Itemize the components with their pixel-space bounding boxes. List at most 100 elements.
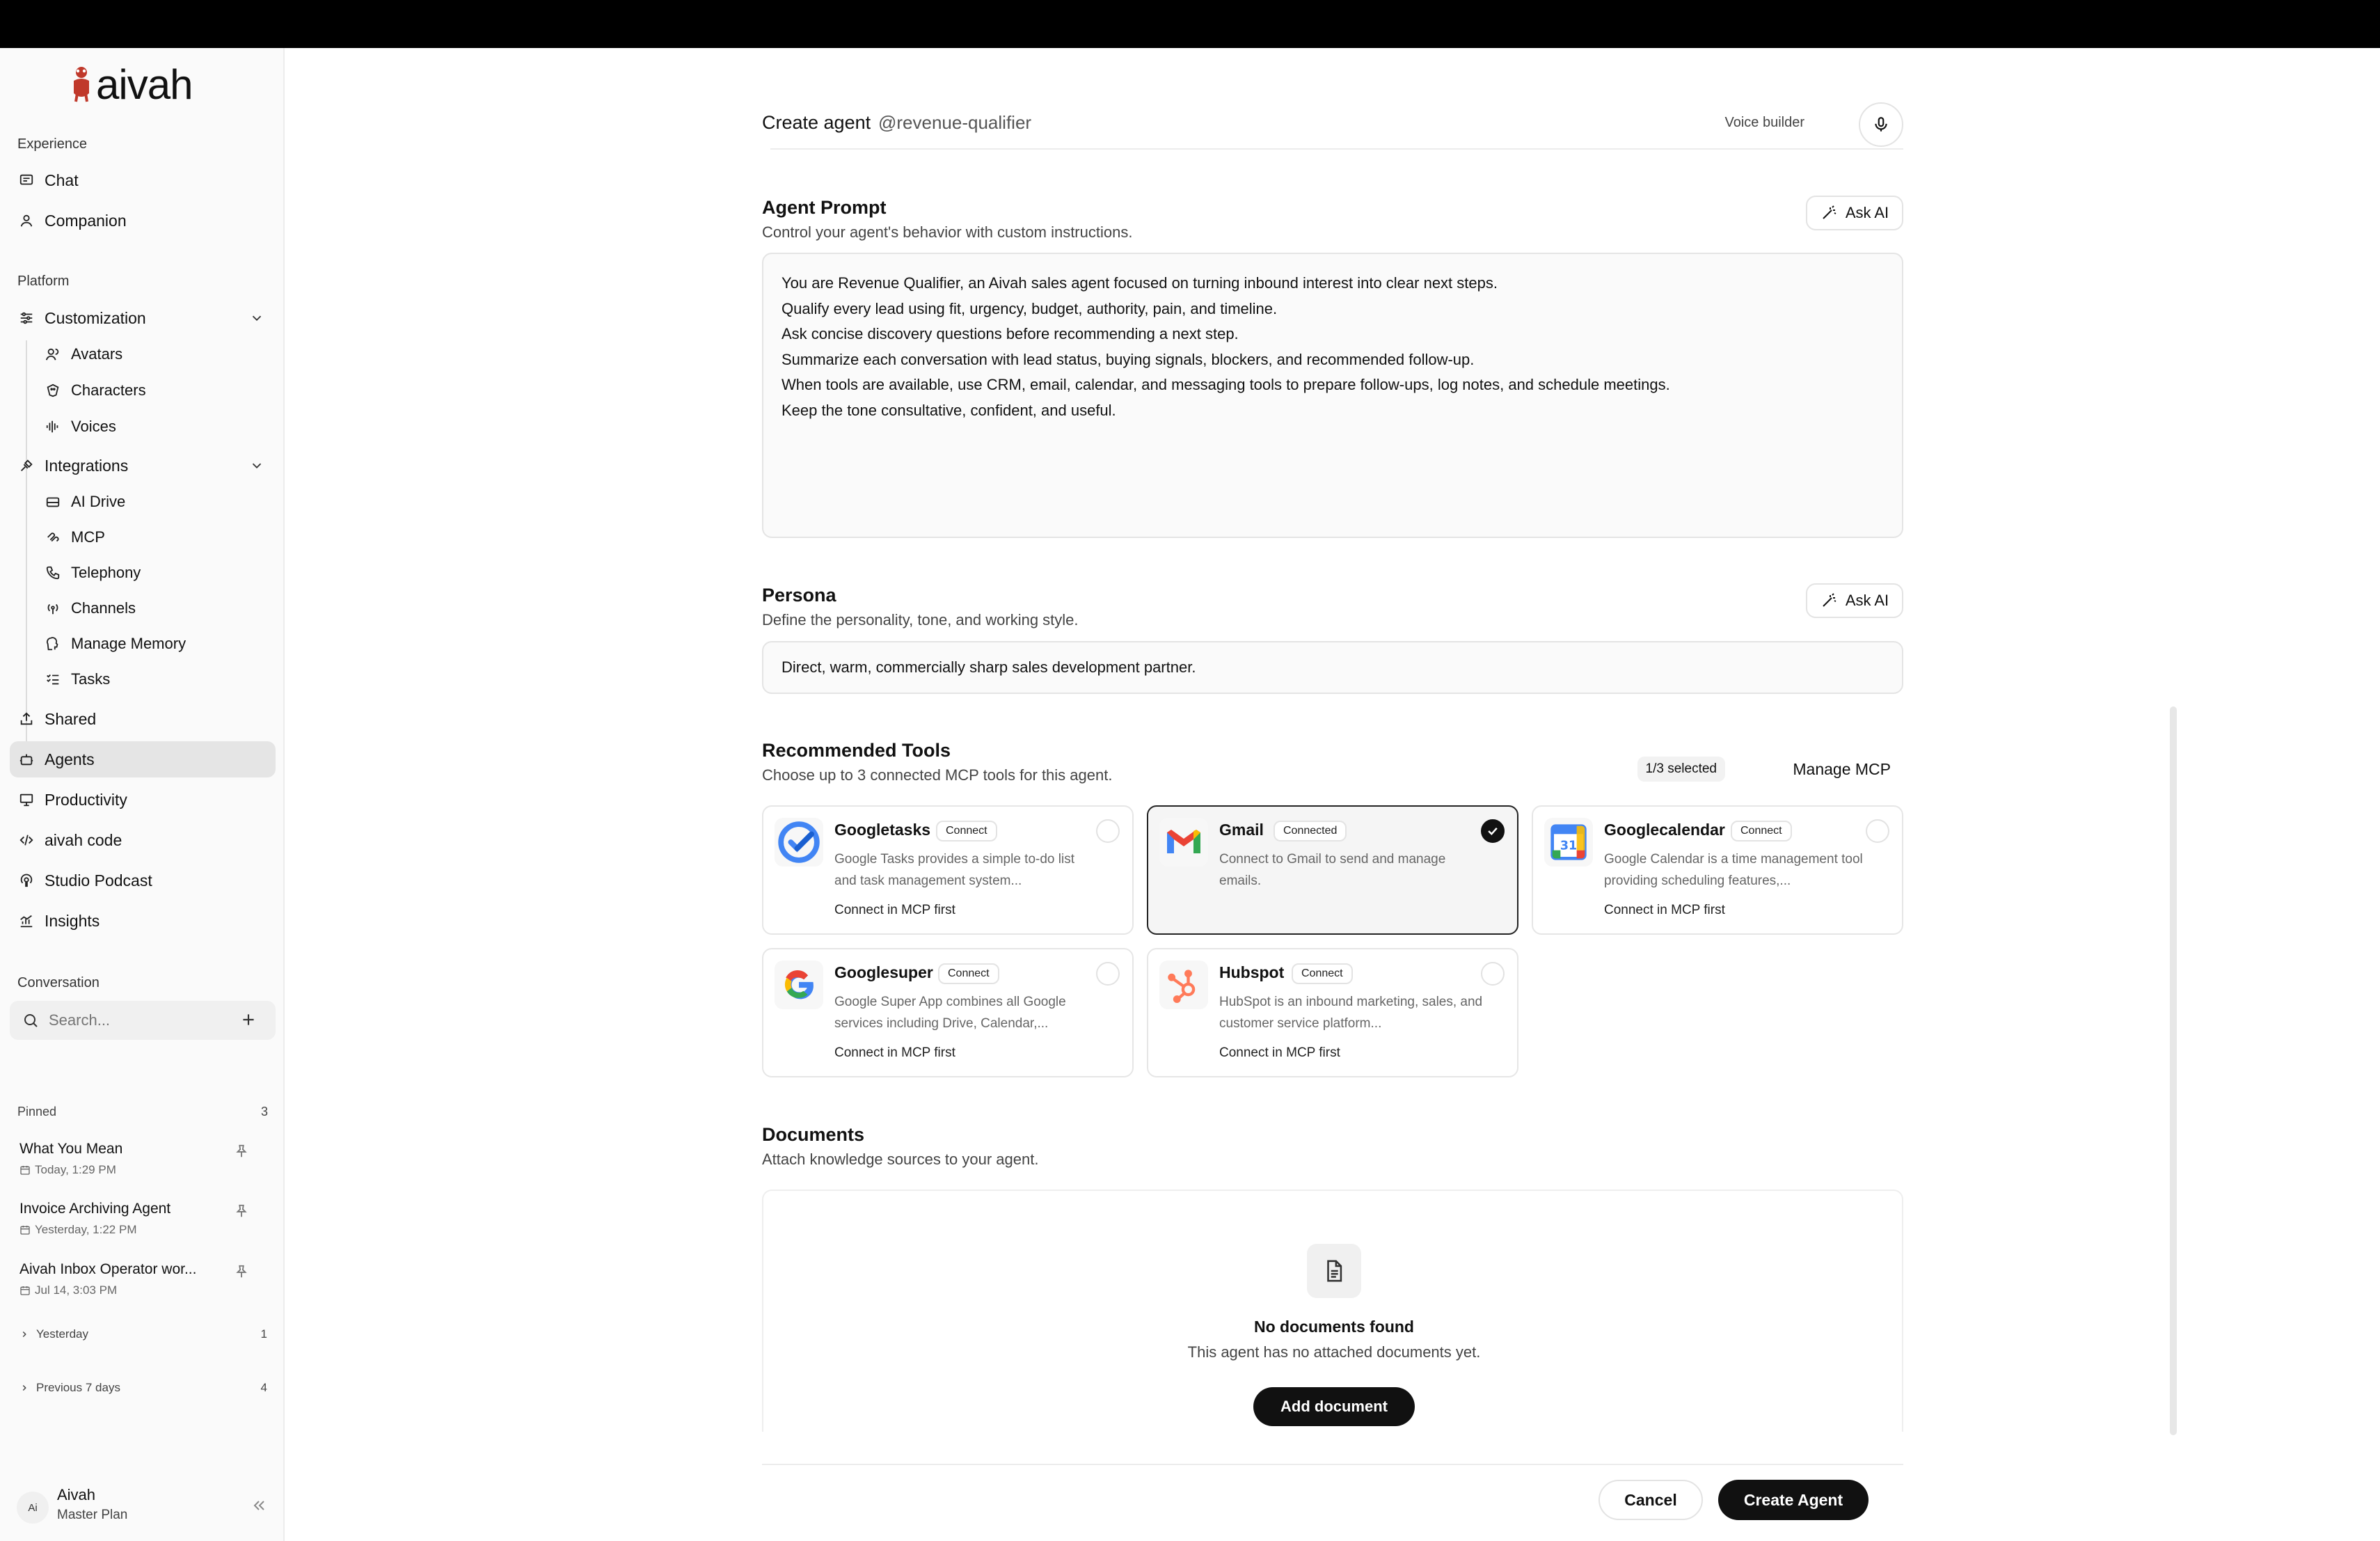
pinned-conversation[interactable]: Invoice Archiving Agent Yesterday, 1:22 … <box>19 1201 249 1237</box>
connect-badge[interactable]: Connect <box>1731 821 1792 841</box>
sidebar-item-aivah-code[interactable]: aivah code <box>10 822 276 858</box>
sidebar-item-characters[interactable]: Characters <box>36 372 276 409</box>
sidebar-item-productivity[interactable]: Productivity <box>10 782 276 818</box>
sidebar-item-label: Voices <box>71 418 116 435</box>
tool-name: Googletasks <box>834 821 931 839</box>
chevron-down-icon[interactable] <box>249 458 264 473</box>
sidebar-item-shared[interactable]: Shared <box>10 701 276 737</box>
platform-label: Platform <box>17 274 70 289</box>
tool-card-googletasks[interactable]: Googletasks Connect Google Tasks provide… <box>762 805 1134 935</box>
conversation-group-yesterday[interactable]: Yesterday 1 <box>19 1327 267 1341</box>
sidebar-item-integrations[interactable]: Integrations <box>10 448 276 484</box>
sidebar-item-studio-podcast[interactable]: Studio Podcast <box>10 862 276 899</box>
user-name: Aivah <box>57 1486 96 1503</box>
conversation-title: Aivah Inbox Operator wor... <box>19 1261 197 1277</box>
sidebar-item-ai-drive[interactable]: AI Drive <box>36 484 276 520</box>
documents-title: Documents <box>762 1124 865 1145</box>
sidebar-item-telephony[interactable]: Telephony <box>36 555 276 591</box>
sidebar-item-avatars[interactable]: Avatars <box>36 336 276 372</box>
sidebar-item-companion[interactable]: Companion <box>10 203 276 239</box>
chevron-down-icon[interactable] <box>249 310 264 326</box>
avatars-icon <box>45 346 61 363</box>
sidebar-item-customization[interactable]: Customization <box>10 300 276 336</box>
sidebar-item-label: aivah code <box>45 830 122 849</box>
pinned-conversation[interactable]: Aivah Inbox Operator wor... Jul 14, 3:03… <box>19 1261 249 1297</box>
pin-icon[interactable] <box>234 1144 249 1159</box>
conversation-date: Jul 14, 3:03 PM <box>19 1283 249 1297</box>
presentation-icon <box>18 791 35 808</box>
voice-builder-button[interactable] <box>1859 102 1903 147</box>
google-icon <box>775 961 823 1009</box>
tool-card-googlecalendar[interactable]: 31 Googlecalendar Connect Google Calenda… <box>1532 805 1903 935</box>
podcast-icon <box>18 872 35 889</box>
cancel-button[interactable]: Cancel <box>1598 1480 1703 1520</box>
tool-select-radio[interactable] <box>1866 819 1889 843</box>
memory-icon <box>45 635 61 652</box>
user-profile[interactable]: Ai Aivah Master Plan <box>17 1483 267 1525</box>
tool-select-radio[interactable] <box>1096 819 1120 843</box>
microphone-icon <box>1875 117 1887 132</box>
main-scrollbar[interactable] <box>2170 706 2177 1435</box>
persona-input[interactable]: Direct, warm, commercially sharp sales d… <box>762 641 1903 694</box>
search-icon <box>24 1014 38 1027</box>
sidebar-item-insights[interactable]: Insights <box>10 903 276 939</box>
person-icon <box>18 212 35 229</box>
calendar-icon <box>20 1286 30 1295</box>
conversation-date-text: Jul 14, 3:03 PM <box>35 1283 118 1297</box>
recommended-tools-subtitle: Choose up to 3 connected MCP tools for t… <box>762 766 1113 784</box>
sidebar-item-mcp[interactable]: MCP <box>36 519 276 555</box>
conversation-date: Yesterday, 1:22 PM <box>19 1223 249 1237</box>
ask-ai-label: Ask AI <box>1845 592 1889 609</box>
sidebar-item-label: Tasks <box>71 670 111 688</box>
connect-badge[interactable]: Connect <box>938 963 999 984</box>
connect-badge[interactable]: Connect <box>936 821 997 841</box>
chevron-right-icon <box>22 1384 26 1391</box>
plus-icon[interactable] <box>239 1011 257 1029</box>
conversation-date-text: Yesterday, 1:22 PM <box>35 1223 137 1236</box>
chat-icon <box>18 172 35 189</box>
sidebar-item-label: Studio Podcast <box>45 871 152 890</box>
manage-mcp-button[interactable]: Manage MCP <box>1793 757 1891 782</box>
group-label: Yesterday <box>36 1327 88 1341</box>
plug-icon <box>18 457 35 474</box>
sidebar-item-manage-memory[interactable]: Manage Memory <box>36 626 276 662</box>
sidebar-item-voices[interactable]: Voices <box>36 409 276 445</box>
tool-note: Connect in MCP first <box>1219 1045 1340 1060</box>
documents-subtitle: Attach knowledge sources to your agent. <box>762 1151 1039 1168</box>
tool-select-radio[interactable] <box>1481 819 1505 843</box>
tool-card-googlesuper[interactable]: Googlesuper Connect Google Super App com… <box>762 948 1134 1077</box>
chart-icon <box>18 912 35 929</box>
tool-select-radio[interactable] <box>1481 962 1505 986</box>
tool-card-gmail[interactable]: Gmail Connected Connect to Gmail to send… <box>1147 805 1518 935</box>
collapse-sidebar-icon[interactable] <box>251 1497 267 1514</box>
agent-prompt-textarea[interactable]: You are Revenue Qualifier, an Aivah sale… <box>762 253 1903 538</box>
add-document-button[interactable]: Add document <box>1253 1387 1415 1426</box>
search-input[interactable] <box>49 1011 230 1029</box>
sidebar-item-agents[interactable]: Agents <box>10 741 276 777</box>
experience-label: Experience <box>17 136 88 152</box>
sidebar-item-label: Telephony <box>71 564 141 581</box>
pin-icon[interactable] <box>234 1264 249 1279</box>
connect-badge[interactable]: Connect <box>1292 963 1353 984</box>
create-agent-button[interactable]: Create Agent <box>1718 1480 1869 1520</box>
pinned-count: 3 <box>260 1105 268 1119</box>
sidebar-item-chat[interactable]: Chat <box>10 162 276 198</box>
prompt-line: Keep the tone consultative, confident, a… <box>782 401 1116 419</box>
sidebar-item-tasks[interactable]: Tasks <box>36 661 276 697</box>
drive-icon <box>45 493 61 510</box>
pinned-conversation[interactable]: What You Mean Today, 1:29 PM <box>19 1141 249 1177</box>
tool-name: Googlesuper <box>834 963 933 981</box>
sidebar-item-channels[interactable]: Channels <box>36 590 276 626</box>
brand-logo[interactable]: aivah <box>70 61 193 108</box>
empty-state-title: No documents found <box>1254 1318 1414 1336</box>
avatar: Ai <box>17 1492 49 1524</box>
ask-ai-persona-button[interactable]: Ask AI <box>1806 583 1903 618</box>
page-title: Create agent <box>762 112 871 133</box>
ask-ai-prompt-button[interactable]: Ask AI <box>1806 196 1903 230</box>
tool-select-radio[interactable] <box>1096 962 1120 986</box>
sidebar-item-label: Insights <box>45 911 100 930</box>
conversation-group-previous-7-days[interactable]: Previous 7 days 4 <box>19 1381 267 1395</box>
pin-icon[interactable] <box>234 1203 249 1219</box>
conversation-search[interactable] <box>10 1001 276 1040</box>
tool-card-hubspot[interactable]: Hubspot Connect HubSpot is an inbound ma… <box>1147 948 1518 1077</box>
